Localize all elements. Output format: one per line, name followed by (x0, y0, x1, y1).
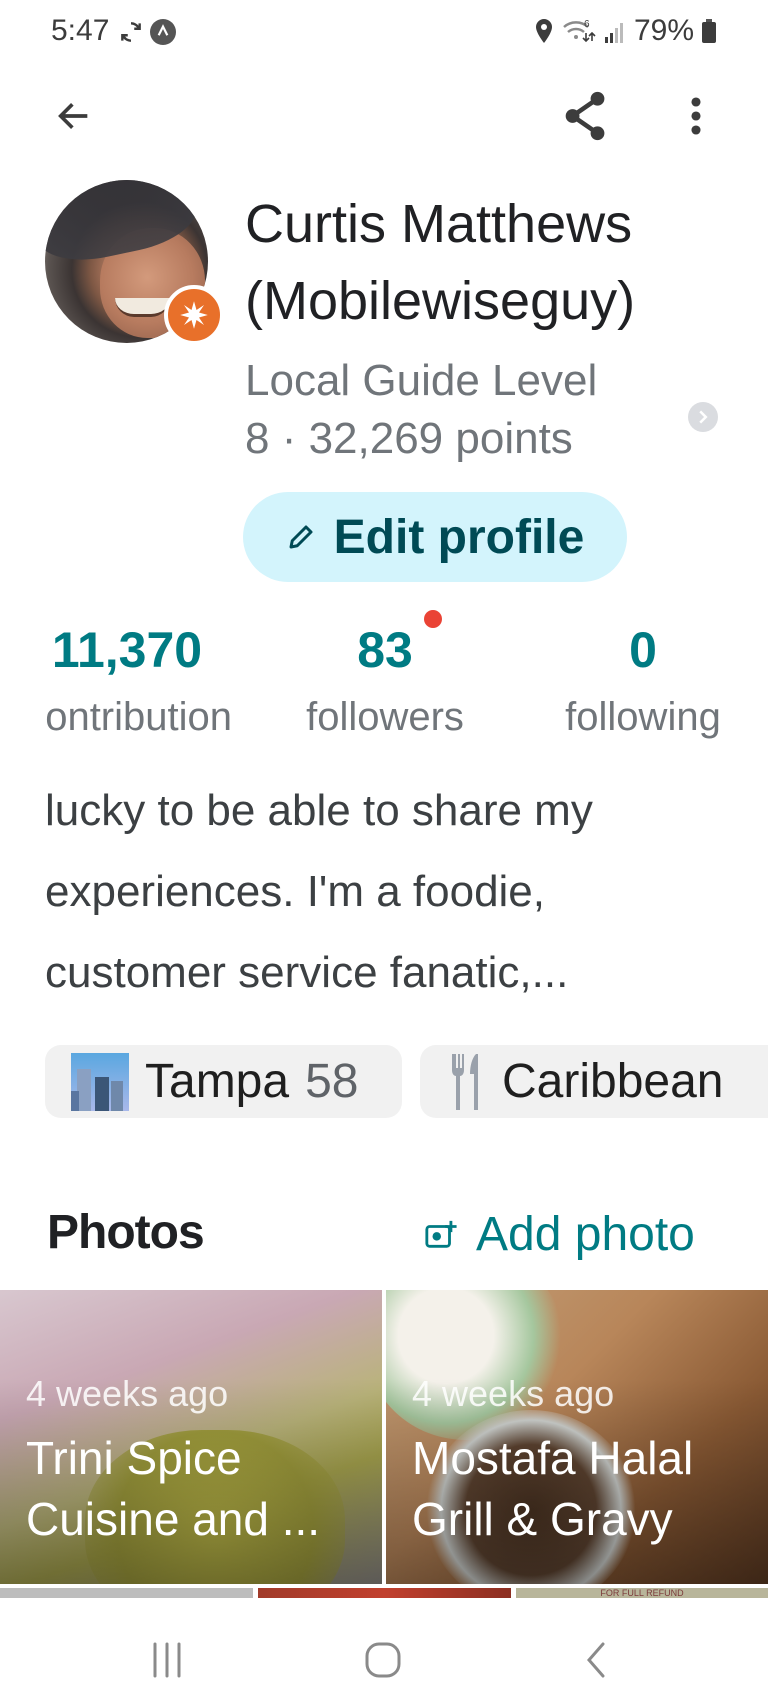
chevron-left-icon (587, 1642, 605, 1678)
wifi-6-icon: 6 (563, 19, 596, 43)
stat-followers[interactable]: 83 followers (290, 620, 480, 742)
battery-percent: 79% (633, 14, 694, 47)
add-photo-icon (425, 1220, 457, 1248)
contributions-count: 11,370 (51, 622, 203, 678)
pencil-icon (289, 525, 313, 549)
bio[interactable]: lucky to be able to share my experiences… (45, 770, 745, 1013)
thumb-caption: FOR FULL REFUND (600, 1588, 684, 1598)
photo-card[interactable]: 4 weeks ago Mostafa Halal Grill & Gravy (386, 1290, 768, 1584)
add-photo-button[interactable]: Add photo (424, 1207, 695, 1262)
cityscape-icon (71, 1052, 129, 1111)
photo-title: Mostafa Halal Grill & Gravy (412, 1432, 694, 1545)
photo-date: 4 weeks ago (412, 1373, 615, 1414)
level-line2: 8 · 32,269 points (245, 414, 573, 463)
bio-line: lucky to be able to share my (45, 786, 593, 835)
share-button[interactable] (558, 88, 614, 144)
photo-thumb[interactable]: FOR FULL REFUND (516, 1588, 768, 1598)
system-back-button[interactable] (567, 1632, 627, 1688)
chip-count: 58 (305, 1055, 359, 1108)
following-count: 0 (629, 622, 657, 678)
add-photo-label: Add photo (476, 1208, 695, 1261)
local-guide-badge (164, 285, 224, 345)
photos-section-title: Photos (47, 1206, 205, 1259)
stat-contributions[interactable]: 11,370 ontribution (22, 620, 232, 742)
local-guide-level[interactable]: Local Guide Level 8 · 32,269 points (245, 352, 597, 468)
arrow-back-icon (58, 103, 88, 129)
chip-label: Tampa (145, 1055, 290, 1108)
chip-tampa[interactable]: Tampa 58 (45, 1045, 402, 1118)
following-label: following (565, 695, 721, 739)
local-guide-star-icon (180, 301, 208, 329)
home-button[interactable] (353, 1632, 413, 1688)
bio-line: experiences. I'm a foodie, (45, 867, 546, 916)
status-right: 6 79% (534, 14, 716, 48)
signal-icon (604, 23, 623, 43)
contributions-label: ontribution (45, 695, 232, 739)
edit-profile-label: Edit profile (333, 510, 585, 564)
followers-label: followers (306, 695, 464, 739)
sync-icon (121, 22, 141, 42)
more-options-button[interactable] (668, 88, 724, 144)
photo-title: Trini Spice Cuisine and ... (26, 1432, 321, 1545)
location-icon (535, 19, 552, 43)
profile-name-line1: Curtis Matthews (245, 194, 633, 254)
photo-date: 4 weeks ago (26, 1373, 229, 1414)
chevron-right-icon (699, 410, 708, 424)
chip-caribbean[interactable]: Caribbean (420, 1045, 768, 1118)
followers-count: 83 (357, 622, 413, 678)
share-icon (565, 91, 605, 141)
system-nav-bar (0, 1598, 768, 1707)
fork-knife-icon (452, 1053, 478, 1110)
profile-name: Curtis Matthews (Mobilewiseguy) (245, 186, 635, 340)
more-vert-icon (691, 97, 701, 135)
vpn-icon (150, 19, 176, 45)
stat-following[interactable]: 0 following (548, 620, 738, 742)
notification-dot (424, 610, 442, 628)
bio-line: customer service fanatic,... (45, 948, 569, 997)
level-line1: Local Guide Level (245, 356, 598, 405)
edit-profile-button[interactable]: Edit profile (243, 492, 627, 582)
photo-thumb[interactable] (0, 1588, 253, 1598)
profile-name-line2: (Mobilewiseguy) (245, 271, 636, 331)
recents-icon (153, 1642, 181, 1678)
photo-card[interactable]: 4 weeks ago Trini Spice Cuisine and ... (0, 1290, 382, 1584)
svg-text:6: 6 (584, 19, 590, 30)
back-button[interactable] (46, 88, 102, 144)
battery-icon (702, 19, 716, 43)
chip-label: Caribbean (502, 1055, 724, 1108)
status-time: 5:47 (51, 14, 110, 47)
recents-button[interactable] (137, 1632, 197, 1688)
level-chevron-button[interactable] (688, 402, 718, 432)
photo-thumb[interactable] (258, 1588, 511, 1598)
home-icon (365, 1642, 401, 1678)
